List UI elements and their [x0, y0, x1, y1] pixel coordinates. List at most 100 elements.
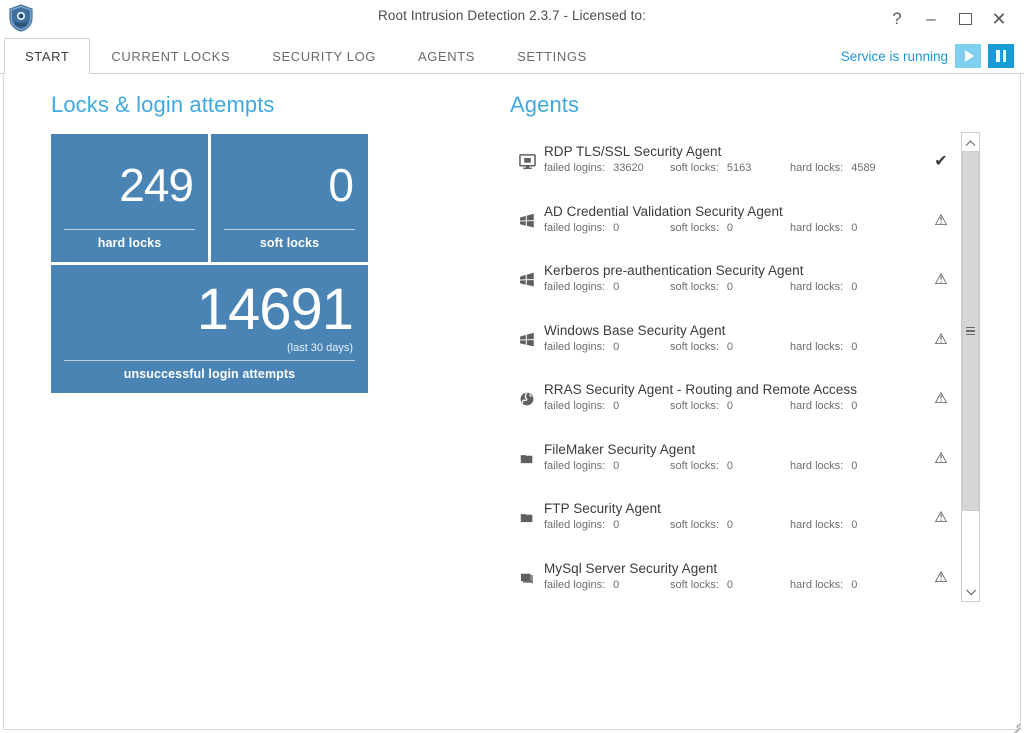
- hard-locks-value: 249: [119, 159, 194, 211]
- close-icon: ✕: [991, 8, 1007, 29]
- windows-flag-icon: [510, 322, 544, 348]
- tile-divider: [224, 229, 355, 230]
- warning-icon: ⚠: [934, 330, 948, 348]
- soft-locks-tile[interactable]: 0 soft locks: [211, 134, 368, 262]
- stat-label: failed logins:: [544, 281, 606, 293]
- stat-value: 0: [851, 459, 858, 472]
- soft-locks-stat: soft locks: 0: [670, 281, 790, 293]
- hard-locks-tile[interactable]: 249 hard locks: [51, 134, 208, 262]
- tile-divider: [64, 360, 355, 361]
- agents-scrollbar[interactable]: [961, 132, 980, 602]
- start-service-button[interactable]: [955, 44, 981, 68]
- scrollbar-thumb[interactable]: [962, 151, 979, 511]
- tab-agents[interactable]: AGENTS: [397, 38, 496, 73]
- tab-list: START CURRENT LOCKS SECURITY LOG AGENTS …: [0, 38, 608, 74]
- locks-panel: Locks & login attempts 249 hard locks 0 …: [51, 92, 371, 393]
- minimize-button[interactable]: –: [914, 2, 948, 36]
- agent-name: Kerberos pre-authentication Security Age…: [544, 263, 804, 278]
- stat-value: 0: [613, 459, 620, 472]
- stat-label: hard locks:: [790, 400, 844, 412]
- stat-value: 0: [613, 221, 620, 234]
- help-button[interactable]: ?: [880, 2, 914, 36]
- service-status-text: Service is running: [840, 48, 948, 64]
- hard-locks-stat: hard locks: 0: [790, 460, 900, 472]
- scrollbar-track[interactable]: [962, 151, 979, 583]
- tab-bar: START CURRENT LOCKS SECURITY LOG AGENTS …: [0, 38, 1024, 74]
- tab-security-log[interactable]: SECURITY LOG: [251, 38, 397, 73]
- agent-row[interactable]: Kerberos pre-authentication Security Age…: [510, 259, 961, 319]
- agent-row[interactable]: RRAS Security Agent - Routing and Remote…: [510, 378, 961, 438]
- service-controls: Service is running: [841, 38, 1014, 74]
- stat-label: hard locks:: [790, 221, 844, 234]
- pause-service-button[interactable]: [988, 44, 1014, 68]
- windows-flag-icon: [510, 262, 544, 288]
- stat-value: 0: [851, 221, 858, 234]
- warning-icon: ⚠: [934, 390, 948, 407]
- soft-locks-stat: soft locks: 0: [670, 579, 790, 591]
- hard-locks-caption: hard locks: [97, 236, 162, 250]
- stat-value: 0: [726, 519, 734, 531]
- agent-row[interactable]: Windows Base Security Agent failed login…: [510, 319, 961, 379]
- scroll-down-button[interactable]: [962, 583, 979, 601]
- minimize-icon: –: [926, 9, 936, 28]
- failed-logins-stat: failed logins: 33620: [544, 162, 670, 174]
- tab-label: CURRENT LOCKS: [111, 48, 231, 64]
- agent-stats: failed logins: 0 soft locks: 0 hard lock…: [544, 222, 921, 234]
- hard-locks-stat: hard locks: 0: [790, 579, 900, 591]
- close-button[interactable]: ✕: [982, 2, 1016, 36]
- scroll-up-button[interactable]: [962, 133, 979, 151]
- agent-info: RDP TLS/SSL Security Agent failed logins…: [544, 143, 921, 174]
- app-window: Root Intrusion Detection 2.3.7 - License…: [0, 0, 1024, 733]
- agent-name: FileMaker Security Agent: [544, 441, 696, 457]
- resize-grip[interactable]: [1008, 717, 1021, 733]
- stat-value: 0: [613, 519, 620, 531]
- tile-divider: [64, 229, 195, 230]
- warning-icon: ⚠: [934, 211, 948, 229]
- window-controls: ? – ✕: [880, 0, 1016, 38]
- tab-current-locks[interactable]: CURRENT LOCKS: [90, 38, 251, 73]
- locks-tiles: 249 hard locks 0 soft locks 14691 (last …: [51, 134, 368, 393]
- stat-value: 5163: [726, 162, 752, 174]
- agent-row[interactable]: RDP TLS/SSL Security Agent failed logins…: [510, 140, 961, 200]
- login-attempts-tile[interactable]: 14691 (last 30 days) unsuccessful login …: [51, 265, 368, 393]
- agent-row[interactable]: MySql Server Security Agent failed login…: [510, 557, 961, 603]
- soft-locks-stat: soft locks: 0: [670, 400, 790, 412]
- stat-label: failed logins:: [544, 221, 606, 234]
- agent-stats: failed logins: 33620 soft locks: 5163 ha…: [544, 162, 921, 174]
- stat-label: failed logins:: [544, 459, 606, 472]
- hard-locks-stat: hard locks: 0: [790, 400, 900, 412]
- database-icon: [510, 560, 544, 586]
- agent-row[interactable]: FTP Security Agent failed logins: 0 soft…: [510, 497, 961, 557]
- agent-info: RRAS Security Agent - Routing and Remote…: [544, 381, 921, 412]
- maximize-button[interactable]: [948, 2, 982, 36]
- agents-list: RDP TLS/SSL Security Agent failed logins…: [510, 132, 961, 602]
- hard-locks-stat: hard locks: 0: [790, 281, 900, 293]
- stat-label: soft locks:: [670, 578, 719, 591]
- stat-value: 0: [726, 340, 734, 353]
- failed-logins-stat: failed logins: 0: [544, 519, 670, 531]
- stat-value: 0: [851, 578, 858, 591]
- folder-icon: [510, 441, 544, 467]
- tab-label: SETTINGS: [517, 48, 587, 64]
- agent-stats: failed logins: 0 soft locks: 0 hard lock…: [544, 400, 921, 412]
- tab-start[interactable]: START: [4, 38, 91, 74]
- warning-icon: ⚠: [934, 449, 948, 467]
- soft-locks-caption: soft locks: [259, 236, 320, 250]
- agent-name: MySql Server Security Agent: [544, 560, 718, 576]
- tab-settings[interactable]: SETTINGS: [496, 38, 608, 73]
- agent-row[interactable]: AD Credential Validation Security Agent …: [510, 200, 961, 260]
- stat-value: 0: [613, 281, 620, 293]
- stat-label: hard locks:: [790, 578, 844, 591]
- stat-value: 0: [851, 340, 858, 353]
- agents-list-container: RDP TLS/SSL Security Agent failed logins…: [510, 132, 980, 602]
- agent-name: Windows Base Security Agent: [544, 322, 726, 338]
- stat-label: soft locks:: [670, 281, 719, 293]
- failed-logins-stat: failed logins: 0: [544, 281, 670, 293]
- agent-stats: failed logins: 0 soft locks: 0 hard lock…: [544, 460, 921, 472]
- soft-locks-value: 0: [328, 159, 354, 211]
- agent-row[interactable]: FileMaker Security Agent failed logins: …: [510, 438, 961, 498]
- locks-panel-heading: Locks & login attempts: [51, 92, 275, 117]
- window-title: Root Intrusion Detection 2.3.7 - License…: [378, 8, 646, 23]
- stat-label: soft locks:: [670, 221, 719, 234]
- page-body: Locks & login attempts 249 hard locks 0 …: [0, 74, 1024, 733]
